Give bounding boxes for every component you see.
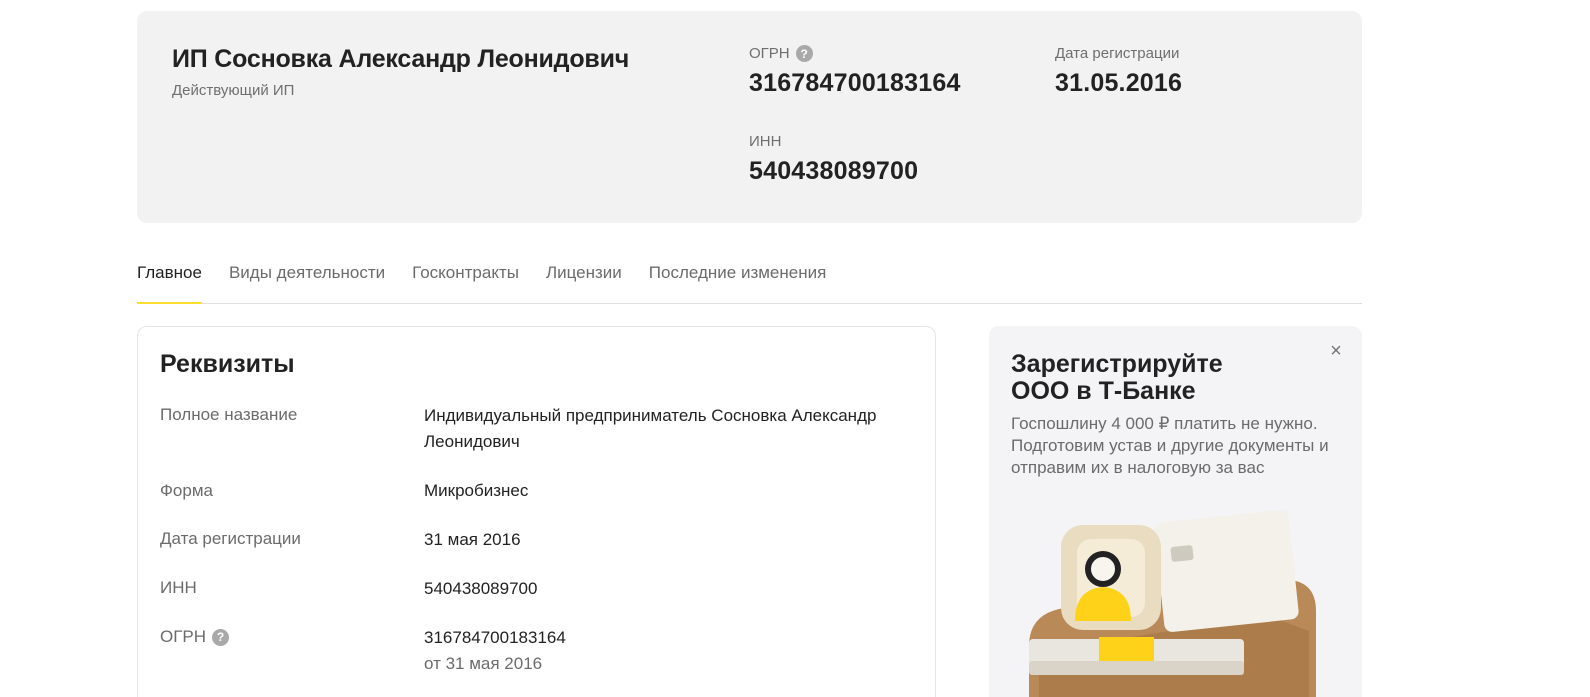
ogrn-label-text: ОГРН	[749, 45, 790, 62]
company-name: ИП Сосновка Александр Леонидович	[172, 45, 630, 73]
form-label: Форма	[160, 481, 213, 500]
tab-main[interactable]: Главное	[137, 255, 202, 304]
ogrn-row-value: 316784700183164 от 31 мая 2016	[424, 625, 904, 677]
tab-licenses[interactable]: Лицензии	[546, 255, 622, 303]
card-shape	[1154, 511, 1299, 632]
reg-date-row-label: Дата регистрации	[160, 529, 301, 548]
tab-activities[interactable]: Виды деятельности	[229, 255, 385, 303]
help-icon[interactable]: ?	[795, 45, 813, 62]
reg-date-row-value: 31 мая 2016	[424, 530, 521, 549]
requisites-title: Реквизиты	[160, 350, 295, 378]
promo-title: Зарегистрируйте ООО в Т-Банке	[1011, 350, 1223, 405]
card-chip	[1170, 545, 1194, 562]
requisites-card: Реквизиты Полное название Индивидуальный…	[137, 326, 936, 697]
ogrn-row-number: 316784700183164	[424, 628, 566, 647]
promo-banner: × Зарегистрируйте ООО в Т-Банке Госпошли…	[989, 326, 1362, 697]
reg-date-value: 31.05.2016	[1055, 69, 1183, 97]
full-name-label: Полное название	[160, 405, 298, 424]
ogrn-value: 316784700183164	[749, 69, 961, 97]
section-tabs: Главное Виды деятельности Госконтракты Л…	[137, 255, 1362, 304]
promo-illustration	[1029, 511, 1316, 697]
ogrn-row-label-text: ОГРН	[160, 627, 207, 646]
inn-row-value: 540438089700	[424, 579, 538, 598]
form-value: Микробизнес	[424, 481, 529, 500]
ogrn-label: ОГРН ?	[749, 45, 813, 62]
help-icon[interactable]: ?	[212, 628, 230, 646]
full-name-value: Индивидуальный предприниматель Сосновка …	[424, 406, 877, 451]
company-status: Действующий ИП	[172, 82, 295, 99]
company-header: ИП Сосновка Александр Леонидович Действу…	[137, 11, 1362, 223]
inn-row-label: ИНН	[160, 578, 197, 597]
money-edge	[1029, 661, 1244, 675]
close-icon[interactable]: ×	[1326, 341, 1346, 361]
promo-text: Госпошлину 4 000 ₽ платить не нужно. Под…	[1011, 414, 1329, 477]
inn-label: ИНН	[749, 133, 782, 150]
tab-recent-changes[interactable]: Последние изменения	[649, 255, 827, 303]
ogrn-row-date: от 31 мая 2016	[424, 654, 543, 673]
avatar-head	[1085, 551, 1121, 587]
reg-date-label: Дата регистрации	[1055, 45, 1180, 62]
tab-gov-contracts[interactable]: Госконтракты	[412, 255, 519, 303]
ogrn-row-label: ОГРН ?	[160, 627, 230, 647]
inn-value: 540438089700	[749, 157, 919, 185]
